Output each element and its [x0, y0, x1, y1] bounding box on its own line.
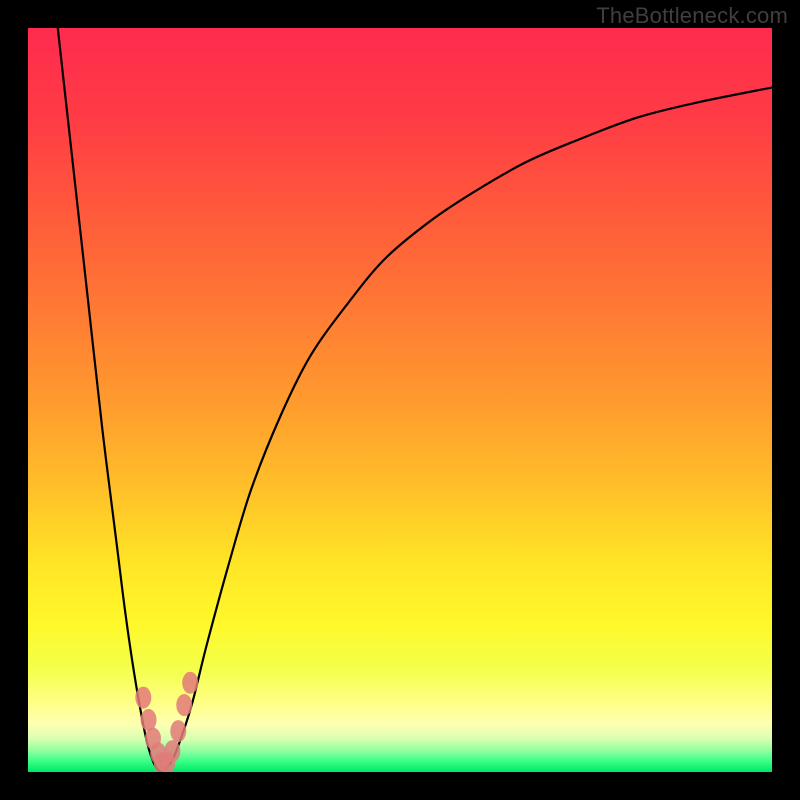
curve-marker	[164, 740, 180, 762]
chart-frame: TheBottleneck.com	[0, 0, 800, 800]
plot-area	[28, 28, 772, 772]
curve-markers	[135, 672, 198, 772]
watermark-text: TheBottleneck.com	[596, 3, 788, 29]
curve-layer	[28, 28, 772, 772]
curve-marker	[170, 720, 186, 742]
curve-marker	[182, 672, 198, 694]
curve-marker	[135, 687, 151, 709]
curve-marker	[176, 694, 192, 716]
bottleneck-curve	[58, 28, 772, 772]
curve-marker	[141, 709, 157, 731]
